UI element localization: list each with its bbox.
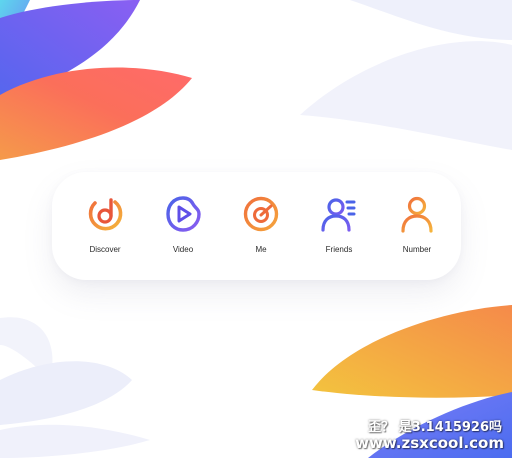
tab-friends[interactable]: Friends xyxy=(300,172,378,280)
friends-icon xyxy=(319,194,359,234)
number-user-icon xyxy=(397,194,437,234)
tab-label-me: Me xyxy=(255,245,267,254)
tab-label-number: Number xyxy=(402,245,432,254)
tab-label-friends: Friends xyxy=(325,245,353,254)
me-icon xyxy=(241,194,281,234)
tab-number[interactable]: Number xyxy=(378,172,456,280)
tab-video[interactable]: Video xyxy=(144,172,222,280)
discover-icon xyxy=(85,194,125,234)
tab-me[interactable]: Me xyxy=(222,172,300,280)
watermark-line1: 歪？ 是3.1415926吗 xyxy=(368,420,502,435)
watermark-line2: www.zsxcool.com xyxy=(355,434,504,452)
tab-bar-card: Discover Video Me Friends Number xyxy=(52,172,461,280)
tab-label-video: Video xyxy=(172,245,194,254)
video-play-icon xyxy=(163,194,203,234)
tab-discover[interactable]: Discover xyxy=(66,172,144,280)
watermark: 歪？ 是3.1415926吗 www.zsxcool.com xyxy=(0,410,512,458)
tab-label-discover: Discover xyxy=(89,245,121,254)
app-screen: Discover Video Me Friends Number 歪？ 是3.1… xyxy=(0,0,512,458)
